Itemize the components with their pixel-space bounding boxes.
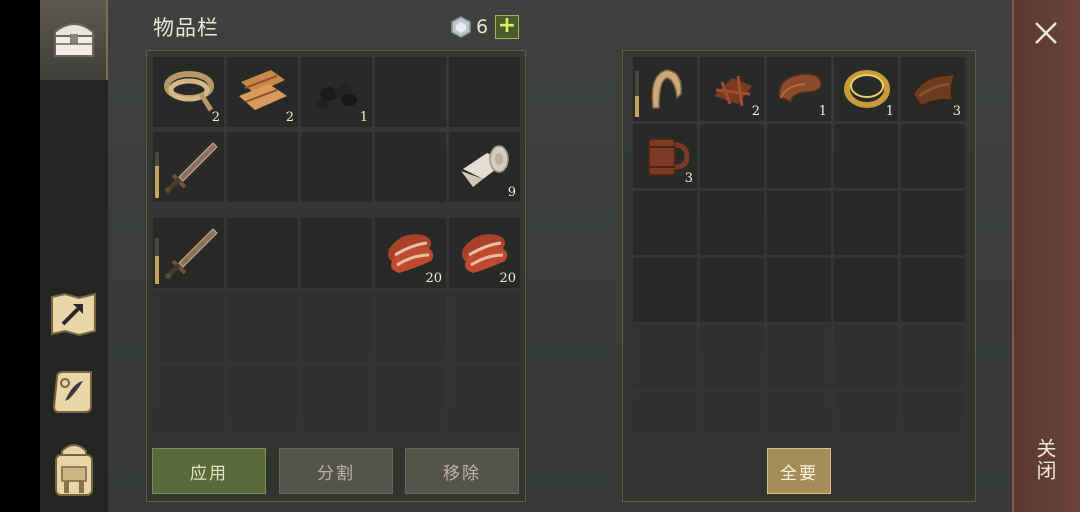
container-slot[interactable] <box>700 191 764 255</box>
durability-bar <box>155 238 159 284</box>
locked-slot <box>153 292 224 362</box>
durability-bar <box>635 71 639 117</box>
locked-slot <box>153 365 224 435</box>
coal-icon <box>317 76 357 109</box>
locked-slot <box>700 392 764 438</box>
gem-icon <box>450 16 472 38</box>
locked-slot <box>901 392 965 438</box>
wooden-mug-icon <box>648 138 690 176</box>
split-button[interactable]: 分割 <box>279 448 393 494</box>
linen-roll-icon <box>461 145 509 187</box>
item-count: 2 <box>751 104 760 119</box>
take-all-button[interactable]: 全要 <box>767 448 831 494</box>
container-slot[interactable] <box>834 124 898 188</box>
close-panel[interactable] <box>1012 0 1080 512</box>
container-slot[interactable] <box>700 258 764 322</box>
inventory-slot[interactable] <box>153 132 224 202</box>
locked-slot <box>834 325 898 389</box>
inventory-slot[interactable] <box>153 218 224 288</box>
leather-scraps-icon <box>714 75 752 107</box>
remove-button[interactable]: 移除 <box>405 448 519 494</box>
item-count: 2 <box>211 110 220 125</box>
locked-slot <box>375 365 446 435</box>
container-slot[interactable] <box>700 124 764 188</box>
page-title: 物品栏 <box>153 16 219 40</box>
item-count: 3 <box>684 171 693 186</box>
container-slot[interactable] <box>834 258 898 322</box>
container-slot[interactable]: 3 <box>633 124 697 188</box>
locked-slot <box>767 325 831 389</box>
inventory-slot[interactable]: 2 <box>153 57 224 127</box>
locked-slot <box>449 365 520 435</box>
sword-icon <box>165 142 218 193</box>
inventory-slot[interactable] <box>301 218 372 288</box>
locked-slot <box>375 292 446 362</box>
container-slot[interactable] <box>633 258 697 322</box>
rope-icon <box>164 71 214 112</box>
inventory-slot[interactable] <box>375 57 446 127</box>
item-count: 9 <box>507 185 516 200</box>
container-slot[interactable]: 2 <box>700 57 764 121</box>
gem-count: 6 <box>476 16 489 38</box>
container-slot[interactable] <box>901 124 965 188</box>
chest-icon[interactable] <box>48 12 100 64</box>
locked-slot <box>834 392 898 438</box>
inventory-slot[interactable]: 20 <box>449 218 520 288</box>
crafting-map-icon[interactable] <box>48 288 100 340</box>
apply-button[interactable]: 应用 <box>152 448 266 494</box>
locked-slot <box>767 392 831 438</box>
inventory-slot[interactable] <box>227 218 298 288</box>
inventory-slot[interactable] <box>449 57 520 127</box>
gold-ring-icon <box>844 70 890 108</box>
container-slot[interactable] <box>834 191 898 255</box>
add-gems-button[interactable]: + <box>495 15 519 39</box>
container-slot[interactable]: 1 <box>834 57 898 121</box>
locked-slot <box>227 292 298 362</box>
raw-meat-icon <box>462 234 508 273</box>
container-slot[interactable] <box>767 258 831 322</box>
container-slot[interactable] <box>633 57 697 121</box>
item-count: 2 <box>285 110 294 125</box>
container-slot[interactable] <box>633 191 697 255</box>
durability-bar <box>155 152 159 198</box>
container-slot[interactable] <box>767 191 831 255</box>
inventory-slot[interactable] <box>375 132 446 202</box>
locked-slot <box>227 365 298 435</box>
leather-icon <box>912 73 957 107</box>
container-slot[interactable]: 3 <box>901 57 965 121</box>
locked-slot <box>633 325 697 389</box>
cloth-scraps-icon <box>239 70 287 110</box>
container-slot[interactable] <box>767 124 831 188</box>
locked-slot <box>633 392 697 438</box>
item-count: 1 <box>885 104 894 119</box>
raw-meat-icon <box>388 234 434 273</box>
item-count: 20 <box>499 271 516 286</box>
locked-slot <box>901 325 965 389</box>
item-count: 1 <box>359 110 368 125</box>
leather-strap-icon <box>778 73 822 104</box>
locked-slot <box>700 325 764 389</box>
close-icon[interactable] <box>1031 18 1061 48</box>
sword-icon <box>165 228 218 279</box>
item-count: 20 <box>425 271 442 286</box>
item-count: 1 <box>818 104 827 119</box>
item-count: 3 <box>952 104 961 119</box>
locked-slot <box>301 365 372 435</box>
inventory-slot[interactable] <box>227 132 298 202</box>
inventory-slot[interactable]: 9 <box>449 132 520 202</box>
close-label[interactable]: 关闭 <box>1030 438 1060 482</box>
leather-hood-icon <box>651 69 682 109</box>
container-slot[interactable]: 1 <box>767 57 831 121</box>
container-slot[interactable] <box>901 191 965 255</box>
inventory-slot[interactable] <box>301 132 372 202</box>
journal-scroll-icon[interactable] <box>48 366 100 418</box>
backpack-icon[interactable] <box>48 444 100 496</box>
inventory-slot[interactable]: 2 <box>227 57 298 127</box>
container-slot[interactable] <box>901 258 965 322</box>
inventory-slot[interactable]: 20 <box>375 218 446 288</box>
inventory-slot[interactable]: 1 <box>301 57 372 127</box>
locked-slot <box>449 292 520 362</box>
locked-slot <box>301 292 372 362</box>
